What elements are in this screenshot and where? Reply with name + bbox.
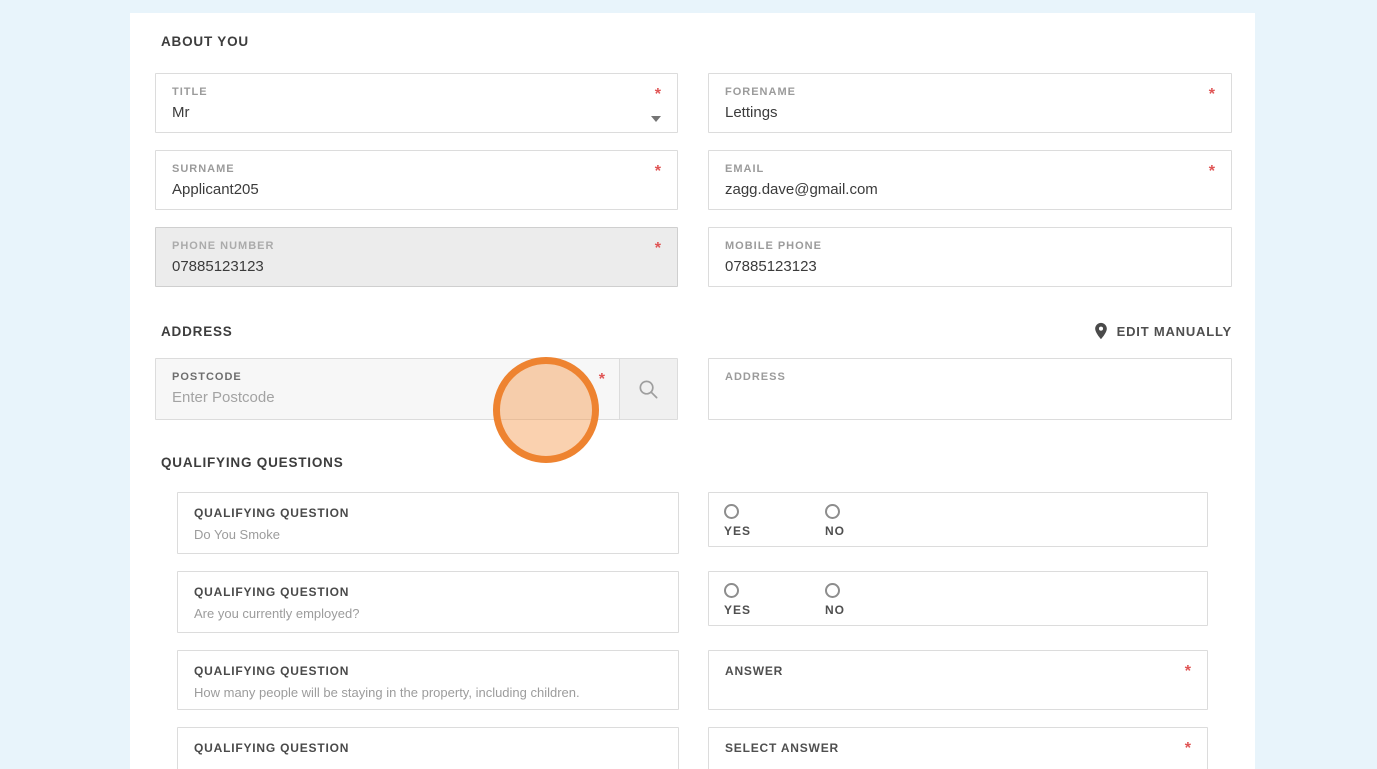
surname-field[interactable]: SURNAME Applicant205 * xyxy=(155,150,678,210)
postcode-field-group: POSTCODE * xyxy=(155,358,678,420)
qualifying-question-card: QUALIFYING QUESTION Are you currently em… xyxy=(177,571,679,633)
title-value: Mr xyxy=(172,104,190,121)
qualifying-question-label: QUALIFYING QUESTION xyxy=(194,585,350,599)
radio-circle-icon[interactable] xyxy=(724,504,739,519)
question-row-1: QUALIFYING QUESTION Do You Smoke YES NO xyxy=(155,492,1232,554)
required-asterisk: * xyxy=(1208,86,1215,103)
required-asterisk: * xyxy=(1184,663,1191,680)
edit-manually-button[interactable]: EDIT MANUALLY xyxy=(1094,322,1232,340)
mobile-phone-field[interactable]: MOBILE PHONE 07885123123 xyxy=(708,227,1232,287)
answer-field[interactable]: ANSWER * xyxy=(708,650,1208,710)
qualifying-question-label: QUALIFYING QUESTION xyxy=(194,741,350,755)
qualifying-question-text: Are you currently employed? xyxy=(194,606,360,621)
required-asterisk: * xyxy=(1208,163,1215,180)
question-row-4: QUALIFYING QUESTION SELECT ANSWER * xyxy=(155,727,1232,769)
radio-circle-icon[interactable] xyxy=(825,504,841,519)
about-you-fields: TITLE Mr * FORENAME Lettings * SURNAME A… xyxy=(155,73,1232,287)
select-answer-field[interactable]: SELECT ANSWER * xyxy=(708,727,1208,769)
postcode-input[interactable] xyxy=(172,389,560,406)
mobile-phone-label: MOBILE PHONE xyxy=(725,240,822,252)
title-label: TITLE xyxy=(172,86,208,98)
qualifying-question-card: QUALIFYING QUESTION How many people will… xyxy=(177,650,679,710)
forename-field[interactable]: FORENAME Lettings * xyxy=(708,73,1232,133)
question-row-3: QUALIFYING QUESTION How many people will… xyxy=(155,650,1232,710)
required-asterisk: * xyxy=(654,86,661,103)
qualifying-questions-heading: QUALIFYING QUESTIONS xyxy=(161,455,344,470)
yes-label: YES xyxy=(724,603,752,617)
question-row-2: QUALIFYING QUESTION Are you currently em… xyxy=(155,571,1232,633)
about-you-heading: ABOUT YOU xyxy=(161,34,249,49)
required-asterisk: * xyxy=(1184,740,1191,757)
required-asterisk: * xyxy=(654,240,661,257)
qualifying-question-label: QUALIFYING QUESTION xyxy=(194,506,350,520)
address-field-label: ADDRESS xyxy=(725,371,786,383)
phone-number-value: 07885123123 xyxy=(172,258,264,275)
qualifying-question-label: QUALIFYING QUESTION xyxy=(194,664,350,678)
answer-label: ANSWER xyxy=(725,664,784,678)
phone-number-field: PHONE NUMBER 07885123123 * xyxy=(155,227,678,287)
no-radio-option[interactable]: NO xyxy=(825,583,845,625)
surname-value: Applicant205 xyxy=(172,181,259,198)
address-field[interactable]: ADDRESS xyxy=(708,358,1232,420)
address-header: ADDRESS EDIT MANUALLY xyxy=(155,322,1232,340)
yes-radio-option[interactable]: YES xyxy=(724,583,751,625)
no-label: NO xyxy=(825,524,846,538)
postcode-input-area: POSTCODE * xyxy=(156,359,619,419)
required-asterisk: * xyxy=(654,163,661,180)
forename-label: FORENAME xyxy=(725,86,796,98)
email-field[interactable]: EMAIL zagg.dave@gmail.com * xyxy=(708,150,1232,210)
qualifying-question-card: QUALIFYING QUESTION Do You Smoke xyxy=(177,492,679,554)
radio-circle-icon[interactable] xyxy=(825,583,841,598)
address-fields-row: POSTCODE * ADDRESS xyxy=(155,358,1232,420)
email-label: EMAIL xyxy=(725,163,765,175)
yes-no-answer-card: YES NO xyxy=(708,571,1208,626)
qualifying-question-card: QUALIFYING QUESTION xyxy=(177,727,679,769)
chevron-down-icon[interactable] xyxy=(651,116,661,122)
email-value: zagg.dave@gmail.com xyxy=(725,181,878,198)
radio-circle-icon[interactable] xyxy=(724,583,739,598)
phone-number-label: PHONE NUMBER xyxy=(172,240,275,252)
search-icon xyxy=(639,379,658,399)
qualifying-question-text: How many people will be staying in the p… xyxy=(194,685,580,700)
address-heading: ADDRESS xyxy=(161,323,233,339)
map-pin-icon xyxy=(1094,322,1107,340)
form-card: ABOUT YOU TITLE Mr * FORENAME Lettings *… xyxy=(130,13,1255,769)
title-field[interactable]: TITLE Mr * xyxy=(155,73,678,133)
postcode-label: POSTCODE xyxy=(172,371,242,383)
qualifying-questions-list: QUALIFYING QUESTION Do You Smoke YES NO … xyxy=(155,492,1232,769)
surname-label: SURNAME xyxy=(172,163,235,175)
postcode-search-button[interactable] xyxy=(619,359,677,419)
yes-radio-option[interactable]: YES xyxy=(724,504,751,546)
qualifying-question-text: Do You Smoke xyxy=(194,527,281,542)
required-asterisk: * xyxy=(598,371,605,388)
no-radio-option[interactable]: NO xyxy=(825,504,845,546)
edit-manually-label: EDIT MANUALLY xyxy=(1116,323,1232,339)
mobile-phone-value: 07885123123 xyxy=(725,258,817,275)
no-label: NO xyxy=(825,603,846,617)
yes-no-answer-card: YES NO xyxy=(708,492,1208,547)
forename-value: Lettings xyxy=(725,104,778,121)
yes-label: YES xyxy=(724,524,752,538)
select-answer-label: SELECT ANSWER xyxy=(725,741,839,755)
